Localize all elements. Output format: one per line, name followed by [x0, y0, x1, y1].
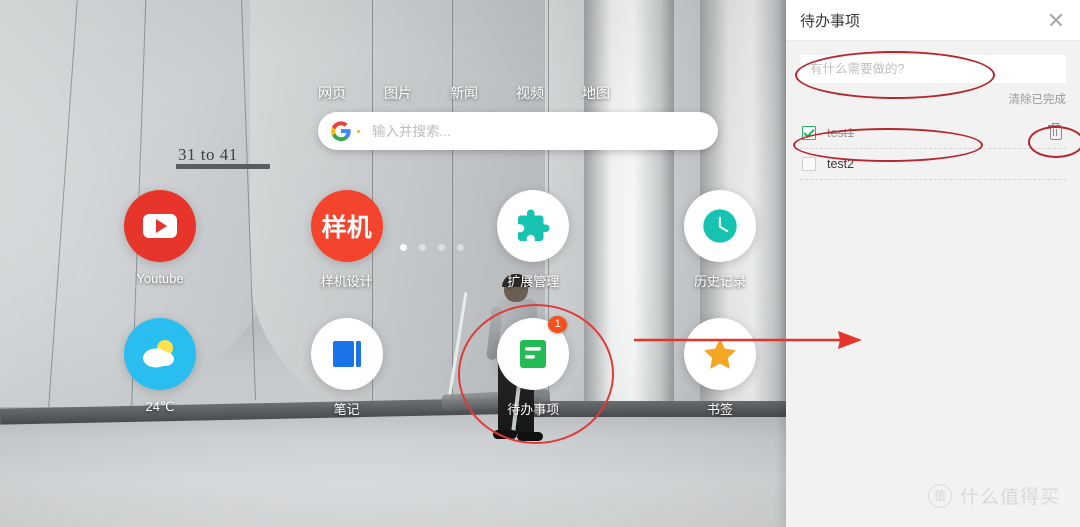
tab-images[interactable]: 图片 — [384, 83, 412, 103]
todo-panel-header: 待办事项 — [786, 0, 1080, 41]
app-label: 历史记录 — [693, 274, 746, 289]
weather-sun-cloud-icon — [124, 318, 196, 390]
app-label: 样机设计 — [320, 274, 373, 289]
notebook-icon — [310, 318, 383, 390]
app-label: 扩展管理 — [507, 274, 560, 289]
tab-web[interactable]: 网页 — [318, 83, 346, 103]
list-icon — [520, 340, 547, 368]
todo-item-text: test2 — [827, 157, 855, 171]
page-dots — [400, 244, 464, 251]
page-dot-3[interactable] — [438, 244, 445, 251]
todo-list: test1 test2 — [800, 118, 1066, 180]
screenshot-root: 31 to 41 网页 图片 新闻 视频 地图 Youtu — [0, 0, 1080, 527]
youtube-icon — [124, 190, 196, 262]
todo-panel: 待办事项 清除已完成 test1 test2 — [786, 0, 1080, 527]
todo-checkbox[interactable] — [802, 157, 816, 171]
search-bar[interactable] — [318, 112, 718, 150]
trash-icon[interactable] — [1047, 123, 1062, 140]
watermark-badge: 值 — [927, 483, 952, 508]
watermark-text: 什么值得买 — [959, 487, 1060, 508]
app-label: 24℃ — [145, 399, 175, 414]
app-mockup-design[interactable]: 样机 样机设计 — [287, 190, 407, 290]
sun-cloud-icon — [143, 340, 174, 368]
google-logo-icon — [331, 121, 351, 142]
tab-maps[interactable]: 地图 — [582, 83, 610, 103]
app-grid: Youtube 样机 样机设计 扩展管理 历史记录 24℃ 笔记 1 待办事项 … — [100, 190, 780, 446]
todo-item-text: test1 — [827, 126, 855, 140]
app-notes[interactable]: 笔记 — [287, 318, 407, 418]
app-bookmarks[interactable]: 书签 — [660, 318, 780, 418]
tab-news[interactable]: 新闻 — [450, 83, 478, 103]
app-label: 笔记 — [333, 402, 360, 417]
mockup-icon: 样机 — [310, 190, 383, 262]
mockup-icon-text: 样机 — [321, 214, 372, 242]
clear-completed-link[interactable]: 清除已完成 — [1009, 91, 1067, 107]
todo-item[interactable]: test2 — [800, 149, 1066, 180]
watermark: 值 什么值得买 — [927, 482, 1060, 509]
todo-checkbox[interactable] — [802, 126, 816, 140]
panel-title: 待办事项 — [800, 12, 861, 30]
star-bookmark-icon — [683, 318, 756, 390]
app-label: 书签 — [706, 402, 733, 417]
app-label: Youtube — [136, 271, 184, 286]
star-icon — [704, 338, 736, 369]
clock-history-icon — [683, 190, 756, 262]
todo-panel-body: 清除已完成 test1 test2 — [786, 41, 1080, 527]
page-dot-4[interactable] — [457, 244, 464, 251]
app-youtube[interactable]: Youtube — [100, 190, 220, 290]
search-tabs: 网页 图片 新闻 视频 地图 — [318, 83, 610, 103]
app-weather[interactable]: 24℃ — [100, 318, 220, 418]
puzzle-icon — [518, 209, 550, 241]
todo-badge: 1 — [548, 316, 568, 333]
app-history[interactable]: 历史记录 — [660, 190, 780, 290]
puzzle-extension-icon — [497, 190, 570, 262]
search-input[interactable] — [370, 122, 718, 140]
close-icon[interactable] — [1046, 10, 1066, 30]
todo-input[interactable] — [800, 55, 1066, 83]
app-label: 待办事项 — [507, 402, 560, 417]
app-grid-row-2: 24℃ 笔记 1 待办事项 书签 — [100, 316, 780, 418]
page-dot-2[interactable] — [419, 244, 426, 251]
todo-list-icon: 1 — [497, 316, 570, 390]
page-dot-1[interactable] — [400, 244, 407, 251]
app-todo[interactable]: 1 待办事项 — [473, 316, 593, 418]
app-grid-row-1: Youtube 样机 样机设计 扩展管理 历史记录 — [100, 190, 780, 290]
clock-icon — [703, 209, 737, 243]
todo-item[interactable]: test1 — [800, 118, 1066, 149]
app-extension-manager[interactable]: 扩展管理 — [473, 190, 593, 290]
tab-video[interactable]: 视频 — [516, 83, 544, 103]
engine-switch-dot[interactable] — [357, 129, 360, 133]
clear-completed-row: 清除已完成 — [800, 91, 1067, 107]
book-icon — [332, 341, 361, 367]
